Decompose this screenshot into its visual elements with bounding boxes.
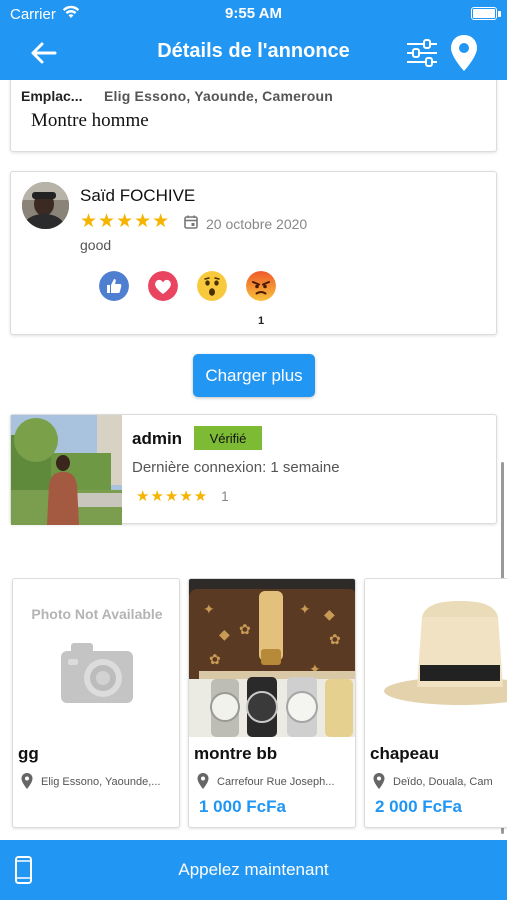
product-card[interactable]: Photo Not Available gg Elig Essono, Yaou… [12, 578, 180, 828]
review-card: Saïd FOCHIVE ★★★★★ 20 octobre 2020 good [10, 171, 497, 335]
reviewer-name: Saïd FOCHIVE [80, 186, 196, 205]
product-title: gg [18, 744, 39, 763]
filter-sliders-icon[interactable] [405, 38, 439, 68]
seller-name: admin [132, 429, 183, 448]
clock: 9:55 AM [225, 5, 282, 22]
svg-text:✦: ✦ [203, 602, 215, 618]
product-location: Deïdo, Douala, Cam [393, 776, 493, 788]
product-image[interactable]: ✦ ✿ ✦ ✿ ✿ ✦ ◆ ◆ [189, 579, 355, 737]
reaction-count: 1 [257, 315, 265, 327]
review-stars: ★★★★★ [80, 211, 171, 232]
product-location: Elig Essono, Yaounde,... [41, 776, 161, 788]
angry-reaction-icon[interactable] [246, 271, 276, 301]
location-pin-icon[interactable] [448, 33, 480, 73]
svg-text:◆: ◆ [219, 627, 230, 643]
battery-tip [498, 11, 501, 17]
product-title: montre bb [194, 744, 278, 763]
seller-last-seen: Dernière connexion: 1 semaine [132, 459, 340, 476]
reviewer-avatar[interactable] [22, 182, 69, 229]
svg-text:◆: ◆ [324, 607, 335, 623]
wow-reaction-icon[interactable] [197, 271, 227, 301]
photo-not-available-text: Photo Not Available [31, 606, 162, 622]
call-now-button[interactable]: Appelez maintenant [0, 860, 507, 880]
verified-badge: Vérifié [194, 426, 262, 450]
listing-description: Montre homme [31, 110, 149, 131]
seller-photo[interactable] [11, 415, 122, 525]
location-pin-icon [21, 773, 33, 789]
load-more-button[interactable]: Charger plus [193, 354, 315, 397]
battery-icon [471, 7, 497, 20]
calendar-icon [184, 215, 198, 229]
listing-description-card: Emplac... Elig Essono, Yaounde, Cameroun… [10, 80, 497, 152]
product-image[interactable] [365, 579, 507, 737]
svg-text:✦: ✦ [299, 602, 311, 618]
svg-text:✿: ✿ [209, 652, 221, 668]
product-card[interactable]: chapeau Deïdo, Douala, Cam 2 000 FcFa [364, 578, 507, 828]
product-title: chapeau [370, 744, 439, 763]
content-scroll[interactable]: Emplac... Elig Essono, Yaounde, Cameroun… [0, 80, 507, 840]
svg-text:✿: ✿ [329, 632, 341, 648]
location-pin-icon [197, 773, 209, 789]
svg-text:✿: ✿ [239, 622, 251, 638]
product-image[interactable]: Photo Not Available [13, 579, 179, 737]
product-price: 1 000 FcFa [199, 797, 286, 816]
call-now-bar[interactable]: Appelez maintenant [0, 840, 507, 900]
related-products-carousel[interactable]: Photo Not Available gg Elig Essono, Yaou… [0, 578, 507, 830]
location-label: Emplac... [21, 88, 83, 104]
seller-rating-count: 1 [221, 488, 229, 504]
like-reaction-icon[interactable] [99, 271, 129, 301]
status-bar: Carrier 9:55 AM [0, 0, 507, 28]
review-comment: good [80, 237, 112, 253]
app-header: Carrier 9:55 AM Détails de l'annonce [0, 0, 507, 80]
review-date: 20 octobre 2020 [206, 216, 308, 232]
product-price: 2 000 FcFa [375, 797, 462, 816]
seller-card[interactable]: admin Vérifié Dernière connexion: 1 sema… [10, 414, 497, 525]
love-reaction-icon[interactable] [148, 271, 178, 301]
product-location: Carrefour Rue Joseph... [217, 776, 335, 788]
seller-stars: ★★★★★ [136, 488, 209, 505]
location-pin-icon [373, 773, 385, 789]
product-card[interactable]: ✦ ✿ ✦ ✿ ✿ ✦ ◆ ◆ montre bb Carrefour Rue … [188, 578, 356, 828]
location-value: Elig Essono, Yaounde, Cameroun [104, 88, 334, 104]
